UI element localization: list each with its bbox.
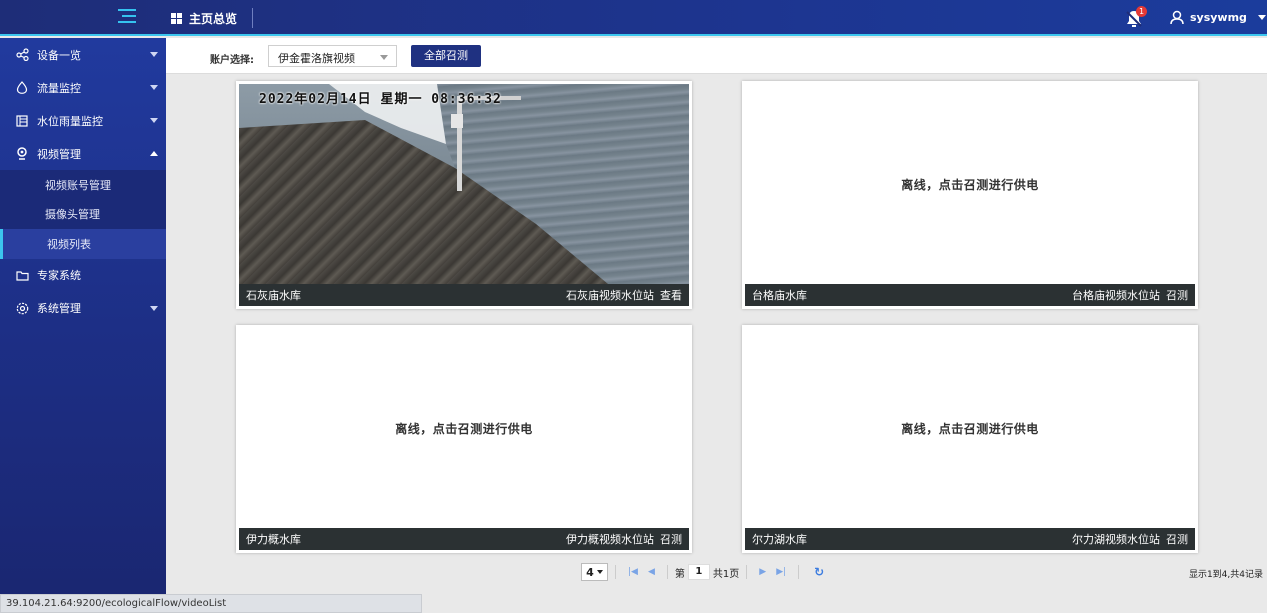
chevron-down-icon [150,85,158,90]
sidebar-item-cameras[interactable]: 摄像头管理 [0,200,166,230]
pagination: 4 |◀ ◀ 第 1 共1页 ▶ ▶| ↻ [581,563,824,581]
call-test-button[interactable]: 召测 [1166,287,1188,303]
chevron-down-icon [1257,15,1266,20]
sidebar-item-water-rain[interactable]: 水位雨量监控 [0,104,166,137]
video-frame: 2022年02月14日 星期一 08:36:32 [239,84,689,284]
last-page-icon[interactable]: ▶| [776,567,786,577]
gear-icon [15,301,29,315]
sidebar-item-label: 系统管理 [37,302,81,315]
page-number-input[interactable]: 1 [687,564,710,580]
reservoir-name: 伊力概水库 [246,533,301,546]
sidebar-item-label: 流量监控 [37,81,81,95]
sidebar-item-expert[interactable]: 专家系统 [0,259,166,292]
divider [746,565,748,579]
notification-badge: 1 [1136,6,1147,17]
station-name: 台格庙视频水位站 [1072,289,1160,302]
record-info: 显示1到4,共4记录 [1188,570,1263,580]
divider [615,565,616,579]
total-pages: 共1页 [712,568,740,580]
offline-message[interactable]: 离线，点击召测进行供电 [745,328,1195,528]
user-menu[interactable]: sysywmg [1170,10,1266,25]
call-all-button[interactable]: 全部召测 [411,45,481,67]
gauge-icon [15,114,29,128]
username: sysywmg [1190,11,1247,24]
share-icon [15,48,29,62]
divider [798,565,800,579]
offline-message[interactable]: 离线，点击召测进行供电 [745,84,1195,284]
sidebar-item-devices[interactable]: 设备一览 [0,38,166,71]
video-card: 离线，点击召测进行供电 伊力概水库 伊力概视频水位站 召测 [236,325,692,553]
folder-icon [15,268,29,282]
page-prefix: 第 [674,568,685,580]
sidebar-item-video-list[interactable]: 视频列表 [0,229,166,259]
card-footer: 伊力概水库 伊力概视频水位站 召测 [239,528,689,550]
menu-toggle-icon[interactable] [118,9,136,25]
notification-bell-icon[interactable]: 1 [1124,6,1147,29]
card-footer: 台格庙水库 台格庙视频水位站 召测 [745,284,1195,306]
account-select-label: 账户选择: [210,55,254,66]
card-footer: 石灰庙水库 石灰庙视频水位站 查看 [239,284,689,306]
video-card: 离线，点击召测进行供电 台格庙水库 台格庙视频水位站 召测 [742,81,1198,309]
home-tab[interactable]: 主页总览 [171,10,237,27]
reservoir-name: 台格庙水库 [752,289,807,302]
video-preview[interactable]: 离线，点击召测进行供电 [239,328,689,528]
sidebar-item-label: 专家系统 [37,269,81,282]
chevron-down-icon [150,52,158,57]
sidebar-item-video-accounts[interactable]: 视频账号管理 [0,170,166,200]
page-size-value: 4 [586,565,594,579]
sidebar: 设备一览 流量监控 水位雨量监控 视频管理 视频账号管理 摄像头管理 视频列表 … [0,38,166,613]
location-icon [15,147,29,161]
top-bar: 主页总览 1 sysywmg [0,0,1267,36]
first-page-icon[interactable]: |◀ [628,567,638,577]
divider [666,565,668,579]
chevron-up-icon [150,151,158,156]
browser-status-url: 39.104.21.64:9200/ecologicalFlow/videoLi… [0,594,422,613]
video-preview[interactable]: 离线，点击召测进行供电 [745,84,1195,284]
account-select[interactable]: 伊金霍洛旗视频 [268,45,397,67]
call-test-button[interactable]: 召测 [1166,531,1188,547]
sidebar-item-label: 视频管理 [37,147,81,161]
video-timestamp: 2022年02月14日 星期一 08:36:32 [259,92,502,107]
droplet-icon [15,81,29,95]
video-submenu: 视频账号管理 摄像头管理 视频列表 [0,170,166,259]
chevron-down-icon [150,305,158,311]
sidebar-item-label: 水位雨量监控 [37,114,103,128]
sidebar-item-video[interactable]: 视频管理 [0,137,166,170]
home-label: 主页总览 [189,12,238,26]
filter-bar: 账户选择: 伊金霍洛旗视频 全部召测 [166,38,1267,74]
station-name: 石灰庙视频水位站 [566,289,654,302]
account-select-value: 伊金霍洛旗视频 [278,52,355,65]
divider [252,8,253,28]
video-preview[interactable]: 离线，点击召测进行供电 [745,328,1195,528]
station-name: 伊力概视频水位站 [566,533,654,546]
reservoir-name: 尔力湖水库 [752,533,807,546]
video-preview[interactable]: 2022年02月14日 星期一 08:36:32 [239,84,689,284]
video-card: 离线，点击召测进行供电 尔力湖水库 尔力湖视频水位站 召测 [742,325,1198,553]
card-footer: 尔力湖水库 尔力湖视频水位站 召测 [745,528,1195,550]
chevron-down-icon [596,570,603,574]
next-page-icon[interactable]: ▶ [759,567,766,577]
user-icon [1170,10,1184,25]
dashboard-icon [171,13,182,24]
chevron-down-icon [150,118,158,123]
station-name: 尔力湖视频水位站 [1072,533,1160,546]
refresh-icon[interactable]: ↻ [814,565,824,579]
reservoir-name: 石灰庙水库 [246,289,301,302]
chevron-down-icon [380,55,388,60]
prev-page-icon[interactable]: ◀ [648,567,655,577]
page-size-select[interactable]: 4 [581,563,608,581]
sidebar-item-label: 设备一览 [37,48,81,62]
call-test-button[interactable]: 召测 [660,531,682,547]
sidebar-item-flow[interactable]: 流量监控 [0,71,166,104]
video-card: 2022年02月14日 星期一 08:36:32 石灰庙水库 石灰庙视频水位站 … [236,81,692,309]
sidebar-item-system[interactable]: 系统管理 [0,292,166,325]
view-button[interactable]: 查看 [660,287,682,303]
offline-message[interactable]: 离线，点击召测进行供电 [239,328,689,528]
